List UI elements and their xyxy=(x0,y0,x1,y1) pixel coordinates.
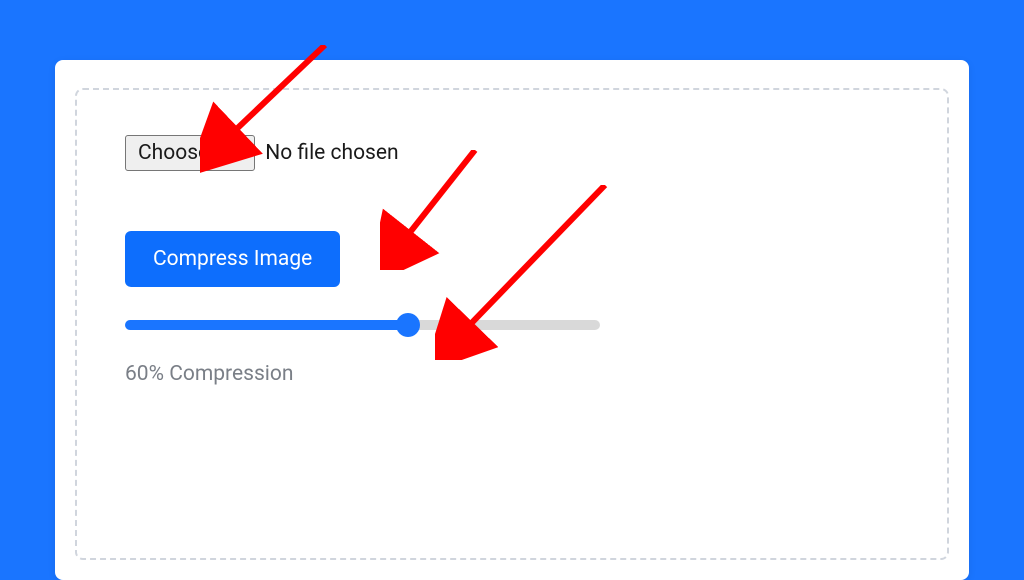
choose-file-button[interactable]: Choose file xyxy=(125,135,255,171)
compression-slider[interactable] xyxy=(125,320,600,330)
slider-container xyxy=(125,315,600,334)
compression-value-label: 60% Compression xyxy=(125,362,907,386)
file-status-text: No file chosen xyxy=(265,141,398,165)
file-input-row: Choose file No file chosen xyxy=(125,135,907,171)
card-panel: Choose file No file chosen Compress Imag… xyxy=(55,60,969,580)
upload-panel: Choose file No file chosen Compress Imag… xyxy=(75,88,949,560)
compress-image-button[interactable]: Compress Image xyxy=(125,231,340,287)
